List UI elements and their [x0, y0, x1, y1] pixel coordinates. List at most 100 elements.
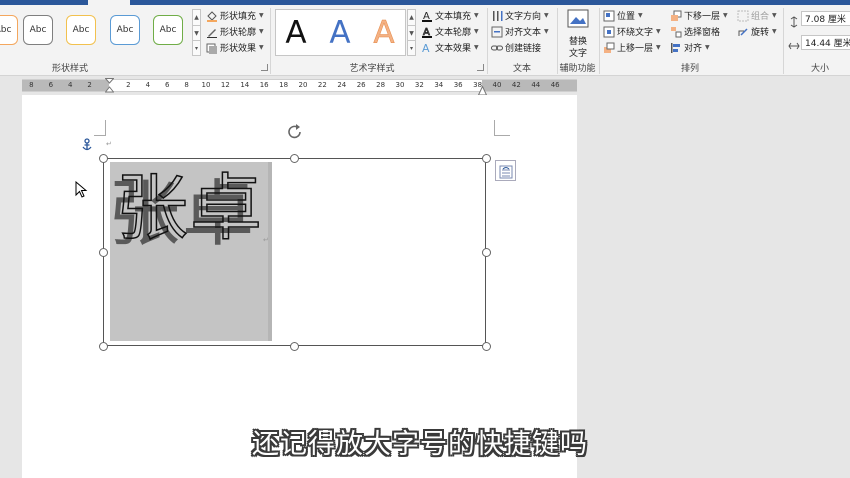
text-group-label: 文本 [512, 64, 531, 74]
shape-style-thumbnail-4[interactable]: Abc [110, 15, 140, 45]
shape-outline-button[interactable]: 形状轮廓 ▼ [206, 24, 264, 39]
text-fill-label: 文本填充 [435, 12, 472, 22]
shape-height-input[interactable]: 7.08 厘米 [801, 11, 850, 26]
wordart-expand-button[interactable]: ▾ [407, 40, 416, 56]
bring-forward-button[interactable]: 上移一层 ▼ [603, 40, 661, 55]
resize-handle-bottom[interactable] [290, 342, 299, 351]
text-direction-button[interactable]: 文字方向 ▼ [491, 8, 549, 23]
chevron-down-icon: ▼ [772, 28, 777, 35]
chevron-down-icon: ▼ [474, 28, 479, 35]
group-icon [737, 10, 749, 22]
send-backward-icon [670, 10, 682, 22]
gallery-scroll-up-button[interactable]: ▲ [192, 9, 201, 26]
gallery-expand-button[interactable]: ▾ [192, 40, 201, 56]
resize-handle-right[interactable] [482, 248, 491, 257]
text-effect-button[interactable]: A 文本效果 ▼ [421, 40, 479, 55]
ruler-number: 42 [511, 81, 521, 89]
rotate-button[interactable]: 旋转 ▼ [737, 24, 777, 39]
paragraph-mark-icon: ↵ [263, 236, 269, 244]
chevron-down-icon: ▼ [656, 44, 661, 51]
ruler-number: 26 [356, 81, 366, 89]
align-text-icon [491, 26, 503, 38]
horizontal-ruler[interactable]: 8 6 4 2 2 4 6 8 10 12 14 16 18 20 22 24 26 28 30 32 34 36 38 40… [22, 78, 577, 96]
text-fill-button[interactable]: A 文本填充 ▼ [421, 8, 479, 23]
align-objects-icon [670, 42, 682, 54]
text-direction-label: 文字方向 [505, 12, 542, 22]
name-text[interactable]: 张卓 [115, 167, 264, 249]
wordart-dialog-launcher[interactable] [477, 64, 484, 71]
shape-width-input[interactable]: 14.44 厘米 [801, 35, 850, 50]
chevron-down-icon: ▼ [259, 12, 264, 19]
send-backward-label: 下移一层 [684, 12, 721, 22]
ruler-number: 4 [145, 81, 151, 89]
shape-style-thumbnail-1[interactable]: Abc [0, 15, 18, 45]
selection-pane-label: 选择窗格 [684, 28, 721, 38]
text-outline-button[interactable]: A 文本轮廓 ▼ [421, 24, 479, 39]
ruler-number: 28 [376, 81, 386, 89]
wordart-group-label: 艺术字样式 [349, 64, 395, 74]
resize-handle-top-right[interactable] [482, 154, 491, 163]
chevron-down-icon: ▼ [656, 28, 661, 35]
shape-styles-group-label: 形状样式 [51, 64, 88, 74]
mouse-cursor-icon [75, 180, 89, 203]
wordart-scroll-up-button[interactable]: ▲ [407, 9, 416, 26]
rotate-label: 旋转 [751, 28, 770, 38]
resize-handle-top[interactable] [290, 154, 299, 163]
resize-handle-left[interactable] [99, 248, 108, 257]
alt-text-button[interactable]: 替换 文字 [563, 9, 593, 59]
ruler-number: 44 [531, 81, 541, 89]
create-link-button[interactable]: 创建链接 [491, 40, 541, 55]
chevron-down-icon: ▼ [259, 44, 264, 51]
wordart-scroll-down-button[interactable]: ▼ [407, 25, 416, 41]
rotate-icon [737, 26, 749, 38]
highlight-shade [268, 162, 272, 341]
layout-options-button[interactable] [495, 160, 516, 181]
shape-outline-label: 形状轮廓 [220, 28, 257, 38]
shape-styles-dialog-launcher[interactable] [261, 64, 268, 71]
paragraph-mark-icon: ↵ [106, 140, 112, 148]
size-group-label: 大小 [810, 64, 829, 74]
ruler-number: 40 [492, 81, 502, 89]
ribbon-tab-strip [0, 0, 850, 5]
align-button[interactable]: 对齐 ▼ [670, 40, 710, 55]
shape-effect-button[interactable]: 形状效果 ▼ [206, 40, 264, 55]
resize-handle-bottom-right[interactable] [482, 342, 491, 351]
ruler-number: 14 [240, 81, 250, 89]
send-backward-button[interactable]: 下移一层 ▼ [670, 8, 728, 23]
wordart-sample-black[interactable]: A [276, 14, 316, 52]
text-fill-icon: A [421, 10, 433, 22]
ruler-number: 22 [317, 81, 327, 89]
chevron-down-icon: ▼ [259, 28, 264, 35]
resize-handle-bottom-left[interactable] [99, 342, 108, 351]
wordart-sample-blue[interactable]: A [320, 14, 360, 52]
shape-style-thumbnail-3[interactable]: Abc [66, 15, 96, 45]
align-text-label: 对齐文本 [505, 28, 542, 38]
selection-pane-button[interactable]: 选择窗格 [670, 24, 720, 39]
ruler-number: 6 [48, 81, 54, 89]
text-effect-icon: A [421, 42, 433, 55]
ruler-number: 12 [220, 81, 230, 89]
text-effect-label: 文本效果 [435, 44, 472, 54]
position-icon [603, 10, 615, 22]
ruler-number: 8 [184, 81, 189, 89]
shape-style-thumbnail-2[interactable]: Abc [23, 15, 53, 45]
wordart-sample-orange[interactable]: A [364, 14, 404, 52]
align-text-button[interactable]: 对齐文本 ▼ [491, 24, 549, 39]
shape-style-label: Abc [159, 25, 177, 35]
group-objects-button[interactable]: 组合 ▼ [737, 8, 777, 23]
chevron-down-icon: ▼ [705, 44, 710, 51]
shape-style-thumbnail-5[interactable]: Abc [153, 15, 183, 45]
shape-style-label: Abc [72, 25, 90, 35]
word-window: Abc Abc Abc Abc Abc ▲ ▼ ▾ 形状填充▼ 形状轮廓▼ 形状… [0, 0, 850, 478]
wrap-text-button[interactable]: 环绕文字 ▼ [603, 24, 661, 39]
gallery-scroll-down-button[interactable]: ▼ [192, 25, 201, 41]
create-link-label: 创建链接 [505, 44, 542, 54]
resize-handle-top-left[interactable] [99, 154, 108, 163]
text-outline-icon: A [421, 26, 433, 38]
shape-effect-label: 形状效果 [220, 44, 257, 54]
chevron-down-icon: ▼ [638, 12, 643, 19]
position-button[interactable]: 位置 ▼ [603, 8, 643, 23]
rotate-handle[interactable] [286, 123, 304, 145]
group-divider [599, 8, 600, 74]
shape-fill-button[interactable]: 形状填充 ▼ [206, 8, 264, 23]
